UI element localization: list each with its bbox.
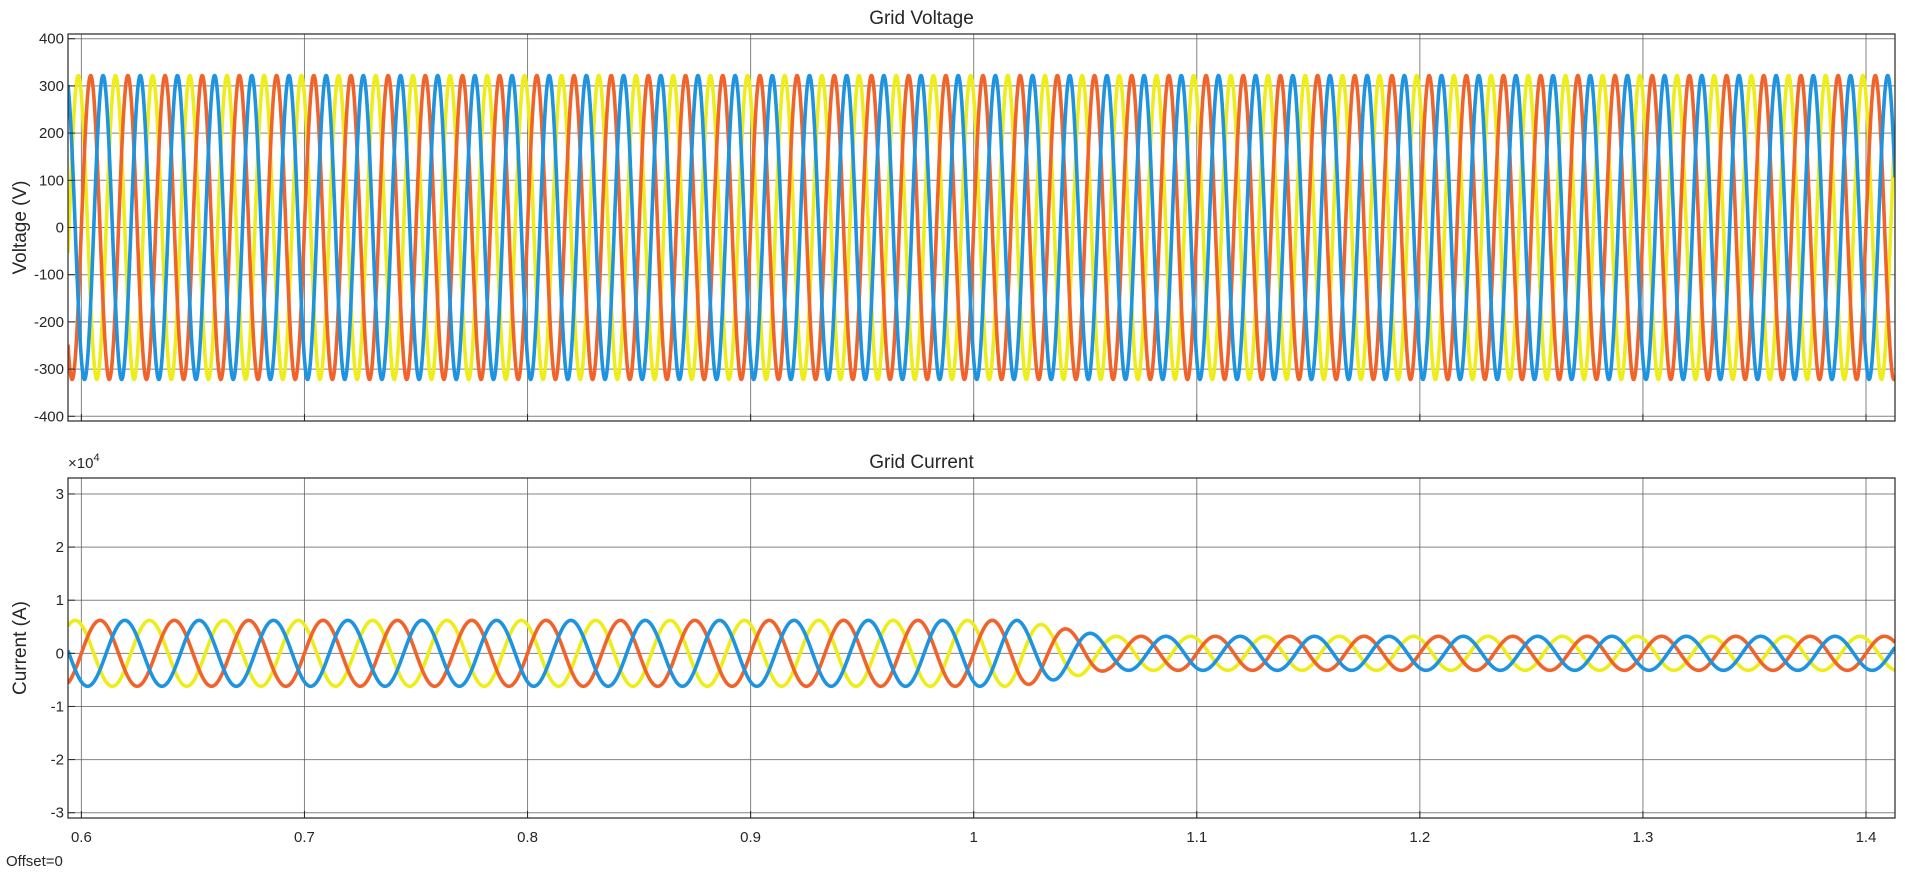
y-axis-label: Voltage (V)	[10, 181, 31, 275]
plot-title: Grid Voltage	[869, 8, 974, 29]
grid-voltage-plot: -400 -300 -200 -100 0 100 200 300 400 Grid Voltag…	[10, 8, 1896, 425]
x-tick-label: 1.2	[1409, 829, 1430, 846]
y-tick-label: -300	[34, 361, 64, 378]
grid-current-plot: -3 -2 -1 0 1 2 3 0.6 0.7 0.8 0.9 1 1.1 1.2 1.3 1.4 Grid …	[10, 452, 1896, 846]
y-tick-label: 400	[39, 31, 64, 48]
y-tick-label: 2	[56, 539, 64, 556]
y-tick-label: -1	[51, 698, 64, 715]
x-tick-label: 0.9	[740, 829, 761, 846]
y-axis-label: Current (A)	[10, 601, 31, 695]
scope-figure: -400 -300 -200 -100 0 100 200 300 400 Grid Voltag…	[6, 8, 1896, 870]
y-tick-label: 3	[56, 486, 64, 503]
x-tick-label: 1	[970, 829, 978, 846]
y-tick-label: 200	[39, 125, 64, 142]
x-tick-label: 1.3	[1632, 829, 1653, 846]
y-tick-label: -100	[34, 267, 64, 284]
y-tick-label: 0	[56, 220, 64, 237]
y-tick-label: -200	[34, 314, 64, 331]
x-tick-label: 0.7	[294, 829, 315, 846]
y-tick-label: -3	[51, 805, 64, 822]
y-tick-label: 300	[39, 78, 64, 95]
y-tick-label: 100	[39, 172, 64, 189]
y-tick-label: -400	[34, 408, 64, 425]
x-tick-label: 0.6	[71, 829, 92, 846]
y-tick-label: 1	[56, 592, 64, 609]
y-axis-multiplier: ×104	[68, 452, 100, 472]
x-tick-label: 1.4	[1856, 829, 1877, 846]
offset-footer: Offset=0	[6, 853, 63, 870]
x-tick-label: 1.1	[1186, 829, 1207, 846]
plot-title: Grid Current	[869, 452, 974, 473]
y-axis-multiplier-exponent: 4	[93, 452, 99, 464]
y-tick-label: 0	[56, 645, 64, 662]
y-tick-label: -2	[51, 752, 64, 769]
x-tick-label: 0.8	[517, 829, 538, 846]
